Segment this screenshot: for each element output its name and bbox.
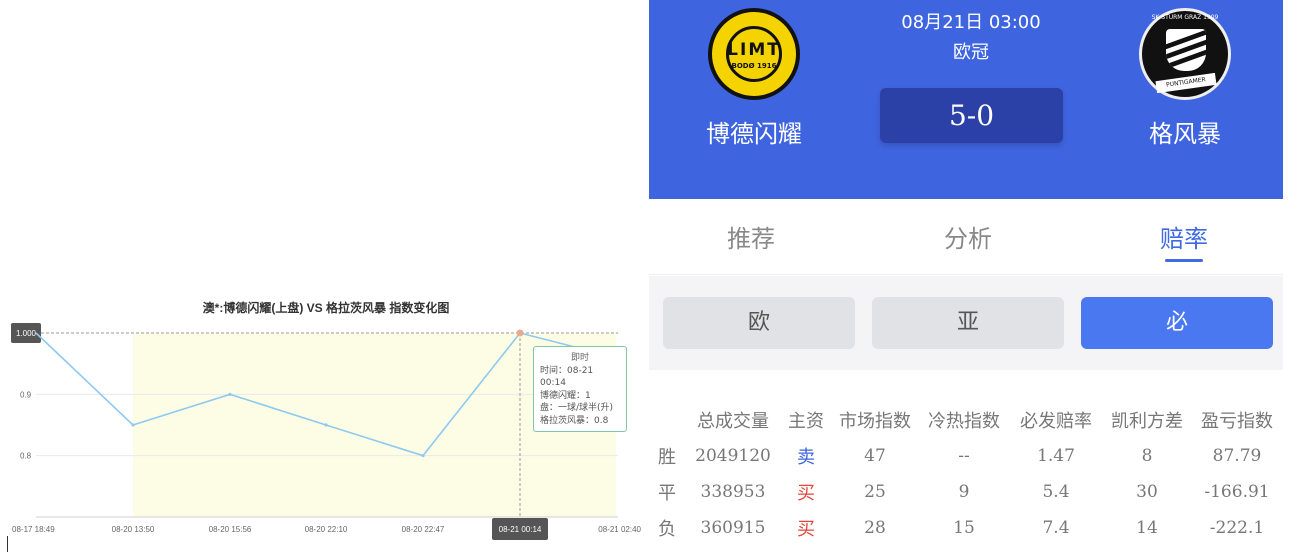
cell-heat: 9 (958, 482, 970, 502)
cell-heat: -- (958, 446, 970, 466)
cell-heat: 15 (953, 518, 975, 538)
away-logo-shield (1166, 29, 1206, 71)
x-tick-label: 08-20 13:50 (112, 525, 155, 534)
stats-header-row: 总成交量 主资 市场指数 冷热指数 必发赔率 凯利方差 盈亏指数 (649, 402, 1283, 438)
x-tick-label: 08-21 02:40 (598, 525, 641, 534)
row-label: 负 (658, 519, 676, 540)
subtab-asian[interactable]: 亚 (872, 297, 1064, 349)
tooltip-time: 时间：08-21 00:14 (540, 365, 594, 389)
table-row: 负 360915 买 28 15 7.4 14 -222.1 (649, 510, 1283, 546)
x-tick-label: 08-20 22:47 (402, 525, 445, 534)
header-main-capital: 主资 (788, 411, 824, 432)
match-panel: LIMT BODØ 1916 博德闪耀 08月21日 03:00 欧冠 5-0 … (649, 0, 1283, 556)
tooltip-handicap: 盘：一球/球半(升) (540, 403, 614, 413)
x-tick-label: 08-17 18:49 (12, 525, 55, 534)
y-tick-label: 0.9 (20, 390, 32, 399)
match-header: LIMT BODØ 1916 博德闪耀 08月21日 03:00 欧冠 5-0 … (649, 0, 1283, 199)
header-kelly-variance: 凯利方差 (1111, 411, 1183, 432)
cell-volume: 360915 (700, 518, 766, 538)
cell-odds: 5.4 (1042, 482, 1070, 502)
cell-kelly: 8 (1141, 446, 1153, 466)
x-tick-label: 08-21 00:14 (499, 525, 542, 534)
tab-recommend[interactable]: 推荐 (691, 219, 811, 254)
header-pnl-index: 盈亏指数 (1201, 411, 1273, 432)
cell-market: 28 (864, 518, 886, 538)
cell-odds: 7.4 (1042, 518, 1070, 538)
away-team-name[interactable]: 格风暴 (1105, 114, 1265, 149)
y-tick-label: 0.8 (20, 452, 32, 461)
subtab-euro[interactable]: 欧 (663, 297, 855, 349)
cell-action: 买 (797, 519, 815, 540)
data-point (516, 329, 524, 337)
cell-market: 47 (864, 446, 886, 466)
tab-odds[interactable]: 赔率 (1124, 219, 1244, 254)
away-team-logo[interactable]: SK STURM GRAZ 1909 PUNTIGAMER (1139, 8, 1231, 100)
header-market-index: 市场指数 (839, 411, 911, 432)
cell-action: 卖 (797, 447, 815, 468)
header-blank (649, 402, 685, 438)
data-point (131, 423, 135, 427)
header-betfair-odds: 必发赔率 (1020, 411, 1092, 432)
row-label: 平 (658, 483, 676, 504)
table-row: 平 338953 买 25 9 5.4 30 -166.91 (649, 474, 1283, 510)
text-cursor (7, 536, 8, 552)
cell-pnl: -166.91 (1204, 482, 1270, 502)
header-heat-index: 冷热指数 (928, 411, 1000, 432)
cell-kelly: 14 (1136, 518, 1158, 538)
home-logo-text: LIMT (727, 40, 781, 60)
cell-pnl: 87.79 (1212, 446, 1262, 466)
y-marker-label: 1.000 (16, 329, 37, 338)
away-logo-band: PUNTIGAMER (1155, 72, 1217, 94)
betfair-stats: 总成交量 主资 市场指数 冷热指数 必发赔率 凯利方差 盈亏指数 胜 20491… (649, 370, 1283, 556)
header-volume: 总成交量 (697, 411, 769, 432)
away-logo-ring-text: SK STURM GRAZ 1909 (1151, 14, 1219, 21)
cell-kelly: 30 (1136, 482, 1158, 502)
odds-type-tabs: 欧 亚 必 (649, 276, 1283, 370)
active-tab-indicator (1165, 259, 1203, 262)
stats-table: 总成交量 主资 市场指数 冷热指数 必发赔率 凯利方差 盈亏指数 胜 20491… (649, 402, 1283, 546)
main-tabs: 推荐 分析 赔率 (649, 199, 1283, 275)
cell-volume: 2049120 (695, 446, 771, 466)
row-label: 胜 (658, 447, 676, 468)
tab-analysis[interactable]: 分析 (908, 219, 1028, 254)
cell-market: 25 (864, 482, 886, 502)
cell-volume: 338953 (700, 482, 766, 502)
match-score: 5-0 (880, 88, 1063, 143)
cell-odds: 1.47 (1037, 446, 1075, 466)
chart-title: 澳*:博德闪耀(上盘) VS 格拉茨风暴 指数变化图 (203, 300, 450, 315)
subtab-betfair[interactable]: 必 (1081, 297, 1273, 349)
x-tick-label: 08-20 15:56 (209, 525, 252, 534)
data-point (421, 454, 425, 458)
match-league: 欧冠 (953, 42, 989, 63)
match-datetime: 08月21日 03:00 (901, 12, 1041, 33)
home-logo-subtext: BODØ 1916 (731, 62, 777, 70)
home-team-name[interactable]: 博德闪耀 (674, 114, 834, 149)
home-team-logo[interactable]: LIMT BODØ 1916 (708, 8, 800, 100)
chart-tooltip: 即时 时间：08-21 00:14 博德闪耀：1 盘：一球/球半(升) 格拉茨风… (533, 346, 627, 432)
table-row: 胜 2049120 卖 47 -- 1.47 8 87.79 (649, 438, 1283, 474)
cell-pnl: -222.1 (1209, 518, 1265, 538)
tooltip-away: 格拉茨风暴：0.8 (540, 415, 609, 426)
data-point (228, 392, 232, 396)
cell-action: 买 (797, 483, 815, 504)
tooltip-home: 博德闪耀：1 (540, 390, 591, 401)
tooltip-title: 即时 (570, 353, 589, 363)
data-point (324, 423, 328, 427)
x-tick-label: 08-20 22:10 (305, 525, 348, 534)
